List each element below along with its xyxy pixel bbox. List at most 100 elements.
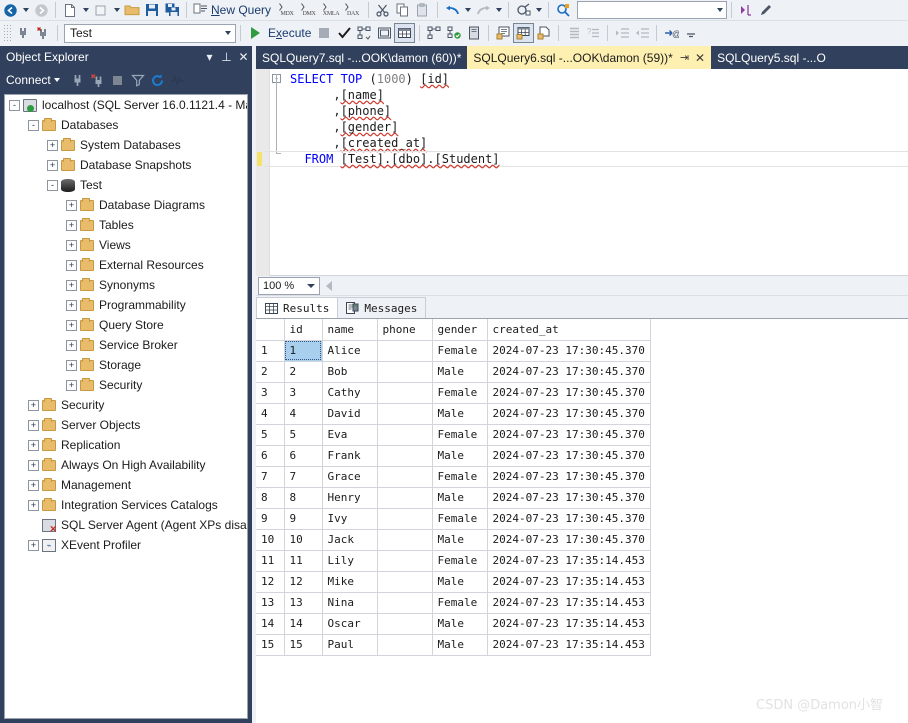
tree-node[interactable]: +Synonyms (5, 275, 247, 295)
grid-cell-id[interactable]: 12 (284, 571, 322, 592)
redo-dropdown[interactable] (493, 0, 504, 20)
grid-cell-name[interactable]: Lily (322, 550, 377, 571)
grid-cell-id[interactable]: 10 (284, 529, 322, 550)
grid-cell-created-at[interactable]: 2024-07-23 17:35:14.453 (487, 634, 650, 655)
collapse-icon[interactable]: - (9, 100, 20, 111)
grid-cell-name[interactable]: Eva (322, 424, 377, 445)
table-row[interactable]: 1313NinaFemale2024-07-23 17:35:14.453 (256, 592, 650, 613)
grid-cell-id[interactable]: 7 (284, 466, 322, 487)
save-icon[interactable] (142, 0, 162, 20)
oe-connect-chevron-down-icon[interactable] (54, 78, 60, 82)
grid-cell-gender[interactable]: Female (432, 340, 487, 361)
tree-node[interactable]: +Programmability (5, 295, 247, 315)
grid-cell-phone[interactable] (377, 550, 432, 571)
scissors-icon[interactable] (373, 0, 393, 20)
query-options-icon[interactable] (424, 23, 444, 43)
server-icon-toolbar[interactable] (464, 23, 484, 43)
grid-cell-gender[interactable]: Female (432, 550, 487, 571)
row-header-cell[interactable]: 13 (256, 592, 284, 613)
hscroll-left-arrow-icon[interactable] (326, 281, 332, 291)
grid-cell-id[interactable]: 1 (284, 340, 322, 361)
editor-tab[interactable]: SQLQuery5.sql -...O (711, 46, 832, 69)
tree-node[interactable]: +Replication (5, 435, 247, 455)
undo-arrow-icon[interactable] (442, 0, 462, 20)
oe-activity-monitor-icon[interactable] (168, 70, 188, 90)
expand-icon[interactable]: + (66, 280, 77, 291)
grid-cell-id[interactable]: 4 (284, 403, 322, 424)
row-header-cell[interactable]: 5 (256, 424, 284, 445)
row-header-cell[interactable]: 7 (256, 466, 284, 487)
grid-cell-name[interactable]: Oscar (322, 613, 377, 634)
forward-circle-icon[interactable] (31, 0, 51, 20)
grid-cell-phone[interactable] (377, 634, 432, 655)
grid-cell-gender[interactable]: Male (432, 529, 487, 550)
parse-check-icon[interactable] (334, 23, 354, 43)
expand-icon[interactable]: + (66, 360, 77, 371)
grid-cell-phone[interactable] (377, 613, 432, 634)
tree-node[interactable]: +Storage (5, 355, 247, 375)
chevron-down-icon[interactable] (536, 8, 542, 12)
new-file-icon[interactable] (60, 0, 80, 20)
results-to-grid-icon[interactable] (513, 23, 534, 43)
row-header-cell[interactable]: 10 (256, 529, 284, 550)
tree-node[interactable]: +⌁XEvent Profiler (5, 535, 247, 555)
zoom-combo[interactable]: 100 % (258, 277, 320, 295)
expand-icon[interactable]: + (47, 160, 58, 171)
table-row[interactable]: 77GraceFemale2024-07-23 17:30:45.370 (256, 466, 650, 487)
row-header-cell[interactable]: 4 (256, 403, 284, 424)
expand-icon[interactable]: + (66, 320, 77, 331)
tree-node[interactable]: +Views (5, 235, 247, 255)
oe-pin-icon[interactable]: ⊥ (218, 50, 235, 64)
decrease-indent-icon[interactable] (612, 23, 632, 43)
row-header-cell[interactable]: 9 (256, 508, 284, 529)
row-header-cell[interactable]: 6 (256, 445, 284, 466)
grid-cell-id[interactable]: 5 (284, 424, 322, 445)
collapse-icon[interactable]: - (28, 120, 39, 131)
chevron-down-icon[interactable] (23, 8, 29, 12)
grid-cell-created-at[interactable]: 2024-07-23 17:35:14.453 (487, 613, 650, 634)
tree-node[interactable]: +System Databases (5, 135, 247, 155)
grid-cell-name[interactable]: Nina (322, 592, 377, 613)
tree-node[interactable]: +Always On High Availability (5, 455, 247, 475)
row-header-cell[interactable]: 12 (256, 571, 284, 592)
new-item-dropdown[interactable] (80, 0, 91, 20)
tree-node[interactable]: -Databases (5, 115, 247, 135)
grid-cell-name[interactable]: David (322, 403, 377, 424)
new-mdx-query-button[interactable]: MDX (276, 0, 298, 20)
pen-icon[interactable] (756, 0, 776, 20)
tree-node[interactable]: +Management (5, 475, 247, 495)
new-project-dropdown[interactable] (111, 0, 122, 20)
expand-icon[interactable]: + (28, 480, 39, 491)
grid-cell-created-at[interactable]: 2024-07-23 17:30:45.370 (487, 382, 650, 403)
specify-values-icon[interactable]: @ (661, 23, 681, 43)
expand-icon[interactable]: + (66, 340, 77, 351)
execute-button[interactable]: Execute (265, 23, 314, 43)
table-row[interactable]: 1111LilyFemale2024-07-23 17:35:14.453 (256, 550, 650, 571)
grid-cell-created-at[interactable]: 2024-07-23 17:30:45.370 (487, 445, 650, 466)
grid-cell-created-at[interactable]: 2024-07-23 17:30:45.370 (487, 487, 650, 508)
new-xmla-query-button[interactable]: XMLA (320, 0, 342, 20)
grid-cell-id[interactable]: 6 (284, 445, 322, 466)
grid-cell-created-at[interactable]: 2024-07-23 17:30:45.370 (487, 403, 650, 424)
stop-square-icon[interactable] (314, 23, 334, 43)
table-row[interactable]: 1515PaulMale2024-07-23 17:35:14.453 (256, 634, 650, 655)
comment-lines-icon[interactable] (563, 23, 583, 43)
chevron-down-icon[interactable] (114, 8, 120, 12)
results-to-file-icon[interactable] (534, 23, 554, 43)
chevron-down-icon[interactable] (496, 8, 502, 12)
chevron-down-icon[interactable] (307, 284, 315, 288)
row-header-cell[interactable]: 11 (256, 550, 284, 571)
grid-cell-name[interactable]: Ivy (322, 508, 377, 529)
chevron-down-icon[interactable] (83, 8, 89, 12)
connect-icon[interactable] (13, 23, 33, 43)
oe-filter-icon[interactable] (128, 70, 148, 90)
table-row[interactable]: 11AliceFemale2024-07-23 17:30:45.370 (256, 340, 650, 361)
grid-column-header[interactable]: gender (432, 319, 487, 340)
grid-cell-id[interactable]: 11 (284, 550, 322, 571)
debug-icon[interactable] (513, 0, 533, 20)
expand-icon[interactable]: + (66, 240, 77, 251)
table-row[interactable]: 55EvaFemale2024-07-23 17:30:45.370 (256, 424, 650, 445)
increase-indent-icon[interactable] (632, 23, 652, 43)
results-grid[interactable]: idnamephonegendercreated_at 11AliceFemal… (256, 319, 651, 656)
table-row[interactable]: 66FrankMale2024-07-23 17:30:45.370 (256, 445, 650, 466)
